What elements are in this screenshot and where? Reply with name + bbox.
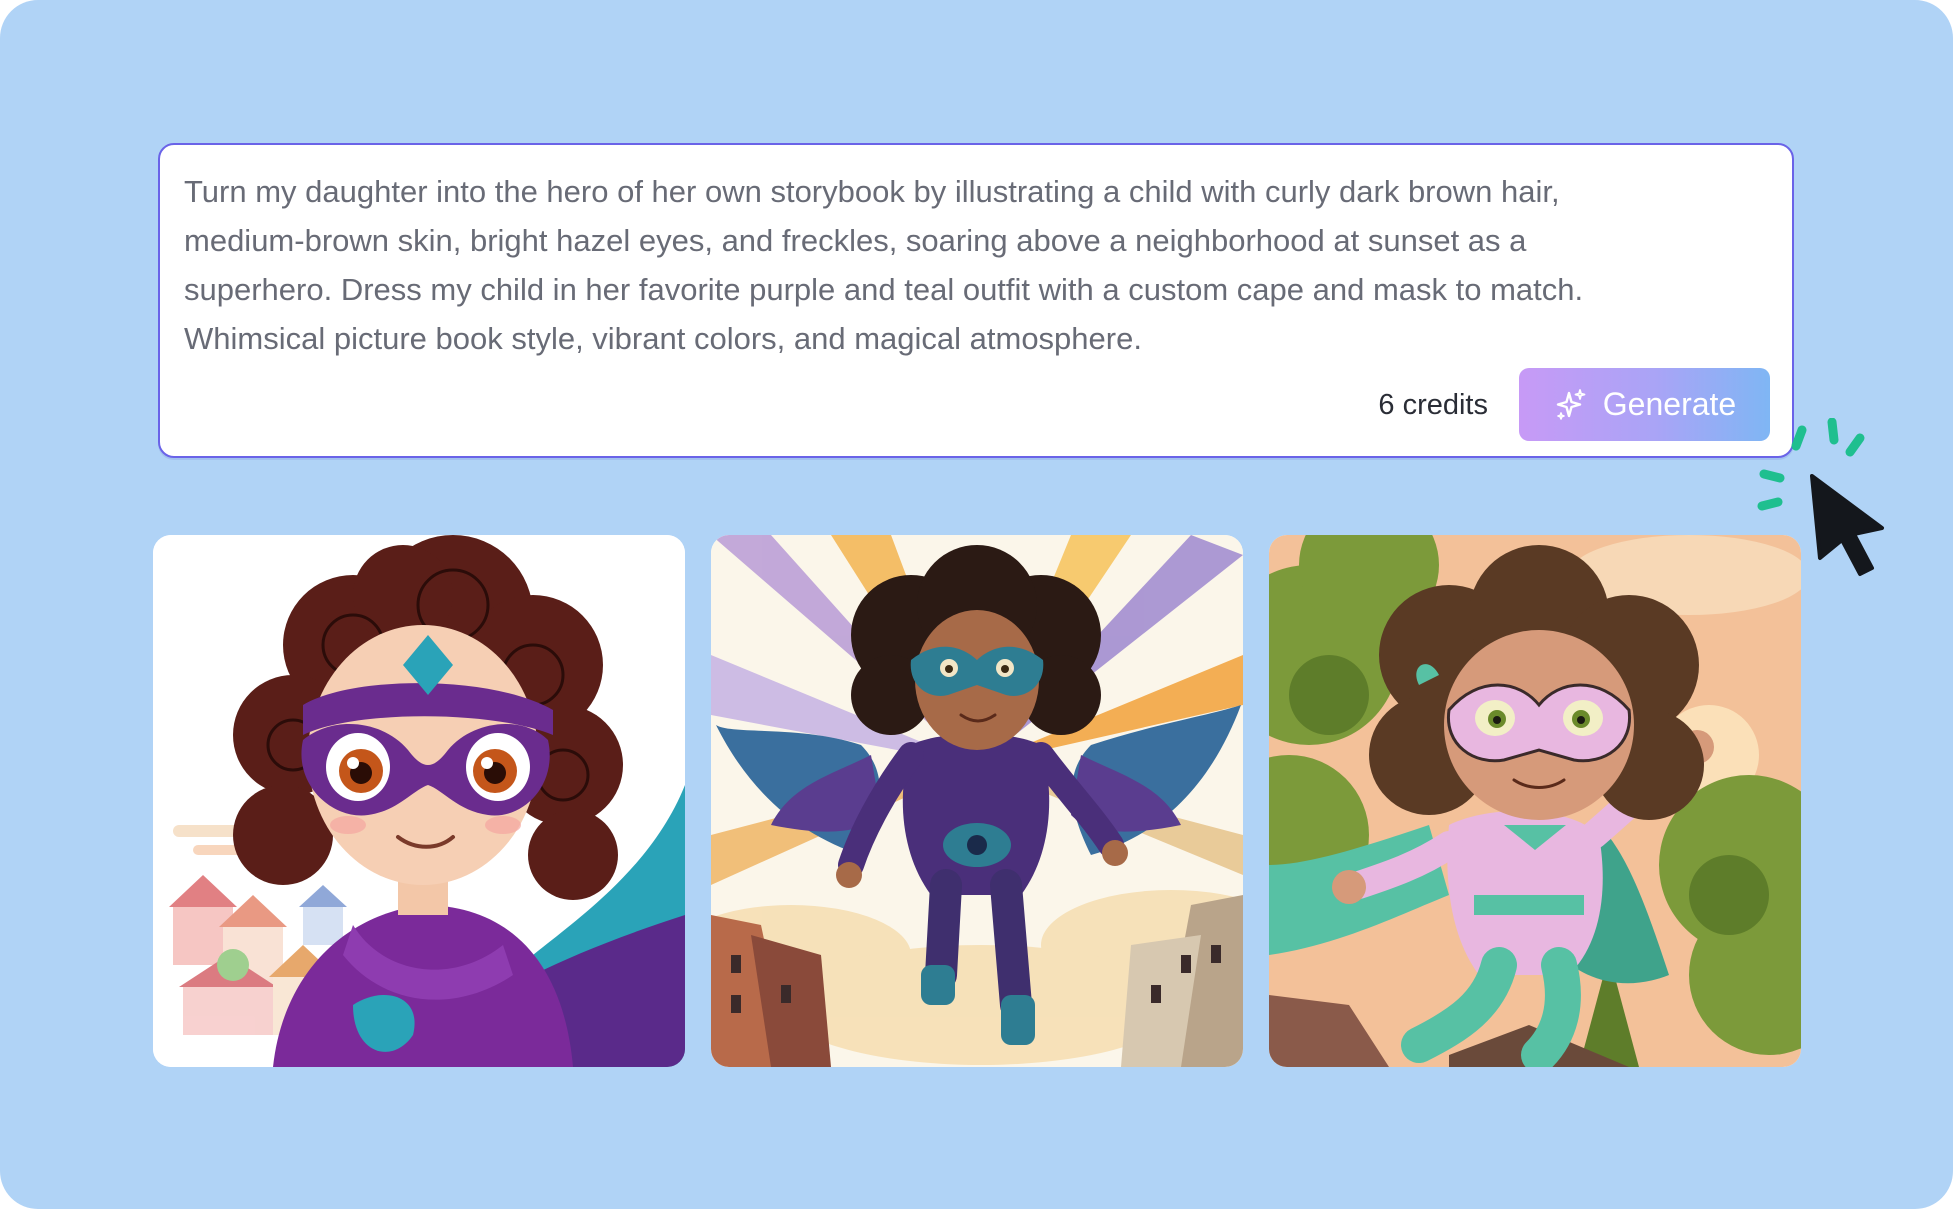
result-image-1[interactable] <box>153 535 685 1067</box>
generate-button[interactable]: Generate <box>1519 368 1770 441</box>
results-grid <box>153 535 1801 1067</box>
generate-label: Generate <box>1602 386 1737 422</box>
prompt-input[interactable]: Turn my daughter into the hero of her ow… <box>158 143 1794 458</box>
click-burst-icon <box>1757 417 1865 511</box>
prompt-text[interactable]: Turn my daughter into the hero of her ow… <box>184 167 1774 363</box>
result-image-3[interactable] <box>1269 535 1801 1067</box>
mouse-pointer-icon <box>1810 474 1884 576</box>
canvas: Turn my daughter into the hero of her ow… <box>0 0 1953 1209</box>
credits-label: 6 credits <box>1378 389 1488 421</box>
sparkles-icon <box>1553 387 1589 423</box>
result-image-2[interactable] <box>711 535 1243 1067</box>
